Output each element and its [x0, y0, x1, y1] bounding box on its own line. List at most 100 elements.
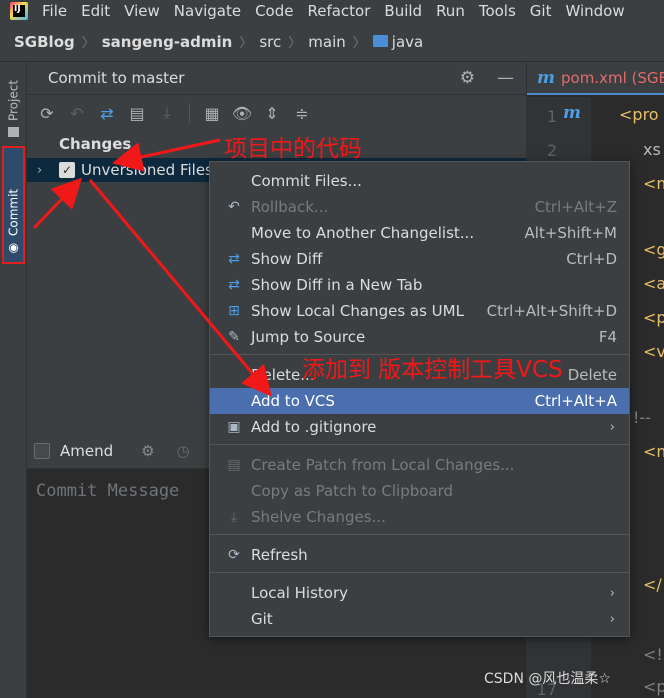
menu-item-label: Show Local Changes as UML: [251, 302, 464, 320]
editor-tab-pom[interactable]: m pom.xml (SGB: [527, 62, 664, 95]
menu-item-add-gitignore[interactable]: ▣ Add to .gitignore ›: [210, 414, 629, 440]
maven-icon: m: [563, 103, 581, 123]
menu-separator: [210, 572, 629, 573]
menu-item-refresh[interactable]: ⟳ Refresh: [210, 542, 629, 568]
menu-item-jump-to-source[interactable]: ✎ Jump to Source F4: [210, 324, 629, 350]
minimize-icon[interactable]: —: [497, 68, 514, 88]
rollback-icon[interactable]: ↶: [67, 103, 87, 123]
menu-item-show-uml[interactable]: ⊞ Show Local Changes as UML Ctrl+Alt+Shi…: [210, 298, 629, 324]
toolbar-separator: [189, 103, 190, 123]
rollback-icon: ↶: [228, 199, 240, 215]
code-line: <pro: [619, 105, 659, 124]
menu-item-label: Copy as Patch to Clipboard: [251, 482, 454, 500]
menu-item-label: Show Diff in a New Tab: [251, 276, 423, 294]
menu-item-label: Move to Another Changelist...: [251, 224, 475, 242]
commit-panel-title: Commit to master: [48, 69, 185, 87]
menu-window[interactable]: Window: [565, 0, 624, 22]
commit-tool-tab[interactable]: ◉ Commit: [2, 146, 25, 264]
clock-icon[interactable]: ◷: [177, 442, 190, 460]
project-tool-tab[interactable]: Project: [2, 70, 25, 142]
code-line: <p: [643, 308, 664, 327]
breadcrumb-module[interactable]: sangeng-admin: [102, 33, 233, 51]
changelist-icon[interactable]: ▤: [127, 103, 147, 123]
menu-item-shortcut: Ctrl+Alt+A: [534, 392, 617, 410]
menu-view[interactable]: View: [124, 0, 160, 22]
commit-toolbar: ⟳ ↶ ⇄ ▤ ⤓ ▦ 👁 ⇕ ≑: [27, 95, 526, 131]
amend-label[interactable]: Amend: [60, 442, 113, 460]
left-tool-strip: Project ◉ Commit: [0, 62, 27, 698]
breadcrumb: SGBlog 〉 sangeng-admin 〉 src 〉 main 〉 ja…: [0, 22, 664, 62]
gear-icon[interactable]: ⚙: [460, 68, 475, 88]
diff-icon[interactable]: ⇄: [97, 103, 117, 123]
menu-item-shelve[interactable]: ⤓ Shelve Changes...: [210, 504, 629, 530]
menu-build[interactable]: Build: [384, 0, 422, 22]
menu-file[interactable]: File: [42, 0, 67, 22]
code-line: </: [643, 575, 662, 594]
eye-icon[interactable]: 👁: [232, 103, 252, 123]
menu-navigate[interactable]: Navigate: [174, 0, 241, 22]
chevron-right-icon: ›: [609, 585, 615, 601]
gear-icon[interactable]: ⚙: [141, 442, 154, 460]
code-line: <v: [643, 342, 664, 361]
download-icon[interactable]: ⤓: [157, 103, 177, 123]
code-line: <m: [643, 174, 664, 193]
pencil-icon: ✎: [228, 329, 240, 345]
menu-item-shortcut: Ctrl+D: [566, 250, 617, 268]
unversioned-files-checkbox[interactable]: ✓: [59, 162, 75, 178]
editor-tab-label: pom.xml (SGB: [561, 68, 664, 87]
menu-item-show-diff-new-tab[interactable]: ⇄ Show Diff in a New Tab: [210, 272, 629, 298]
menu-item-label: Jump to Source: [251, 328, 366, 346]
menu-item-label: Rollback...: [251, 198, 329, 216]
line-number: 1: [546, 107, 557, 126]
menu-item-create-patch[interactable]: ▤ Create Patch from Local Changes...: [210, 452, 629, 478]
menu-git[interactable]: Git: [530, 0, 552, 22]
menu-item-rollback[interactable]: ↶ Rollback... Ctrl+Alt+Z: [210, 194, 629, 220]
amend-checkbox[interactable]: [34, 443, 50, 459]
uml-icon: ⊞: [228, 303, 240, 319]
code-line: xs: [643, 140, 661, 159]
menu-tools[interactable]: Tools: [479, 0, 516, 22]
menu-item-add-to-vcs[interactable]: Add to VCS Ctrl+Alt+A: [210, 388, 629, 414]
commit-panel-header: Commit to master ⚙ —: [27, 62, 526, 95]
menu-item-label: Create Patch from Local Changes...: [251, 456, 515, 474]
annotation-add-to-vcs: 添加到 版本控制工具VCS: [302, 357, 563, 383]
menu-item-show-diff[interactable]: ⇄ Show Diff Ctrl+D: [210, 246, 629, 272]
menu-separator: [210, 444, 629, 445]
menu-item-local-history[interactable]: Local History ›: [210, 580, 629, 606]
collapse-all-icon[interactable]: ≑: [292, 103, 312, 123]
breadcrumb-separator: 〉: [288, 36, 302, 51]
menu-item-label: Commit Files...: [251, 172, 362, 190]
menu-item-label: Git: [251, 610, 273, 628]
annotation-code-in-project: 项目中的代码: [224, 136, 362, 162]
refresh-icon: ⟳: [228, 547, 240, 563]
menu-edit[interactable]: Edit: [81, 0, 110, 22]
menu-item-copy-patch[interactable]: Copy as Patch to Clipboard: [210, 478, 629, 504]
menu-run[interactable]: Run: [436, 0, 465, 22]
project-tab-label: Project: [6, 79, 21, 121]
code-line: <g: [643, 240, 664, 259]
menu-code[interactable]: Code: [255, 0, 293, 22]
menu-item-commit-files[interactable]: Commit Files...: [210, 168, 629, 194]
diff-icon: ⇄: [228, 251, 240, 267]
menu-item-move-changelist[interactable]: Move to Another Changelist... Alt+Shift+…: [210, 220, 629, 246]
menu-item-git[interactable]: Git ›: [210, 606, 629, 632]
breadcrumb-java[interactable]: java: [392, 33, 423, 51]
maven-icon: m: [537, 67, 555, 88]
chevron-right-icon[interactable]: ›: [37, 163, 47, 178]
breadcrumb-src[interactable]: src: [259, 33, 281, 51]
breadcrumb-main[interactable]: main: [308, 33, 345, 51]
code-line: <a: [643, 274, 664, 293]
menu-item-label: Add to VCS: [251, 392, 335, 410]
menu-refactor[interactable]: Refactor: [307, 0, 370, 22]
menu-item-label: Local History: [251, 584, 349, 602]
menu-item-shortcut: F4: [598, 328, 617, 346]
refresh-icon[interactable]: ⟳: [37, 103, 57, 123]
menu-item-label: Shelve Changes...: [251, 508, 386, 526]
chevron-right-icon: ›: [609, 611, 615, 627]
group-by-icon[interactable]: ▦: [202, 103, 222, 123]
breadcrumb-project[interactable]: SGBlog: [14, 33, 75, 51]
expand-all-icon[interactable]: ⇕: [262, 103, 282, 123]
folder-icon: [8, 127, 19, 137]
menu-item-label: Refresh: [251, 546, 308, 564]
menu-item-shortcut: Ctrl+Alt+Shift+D: [486, 302, 617, 320]
